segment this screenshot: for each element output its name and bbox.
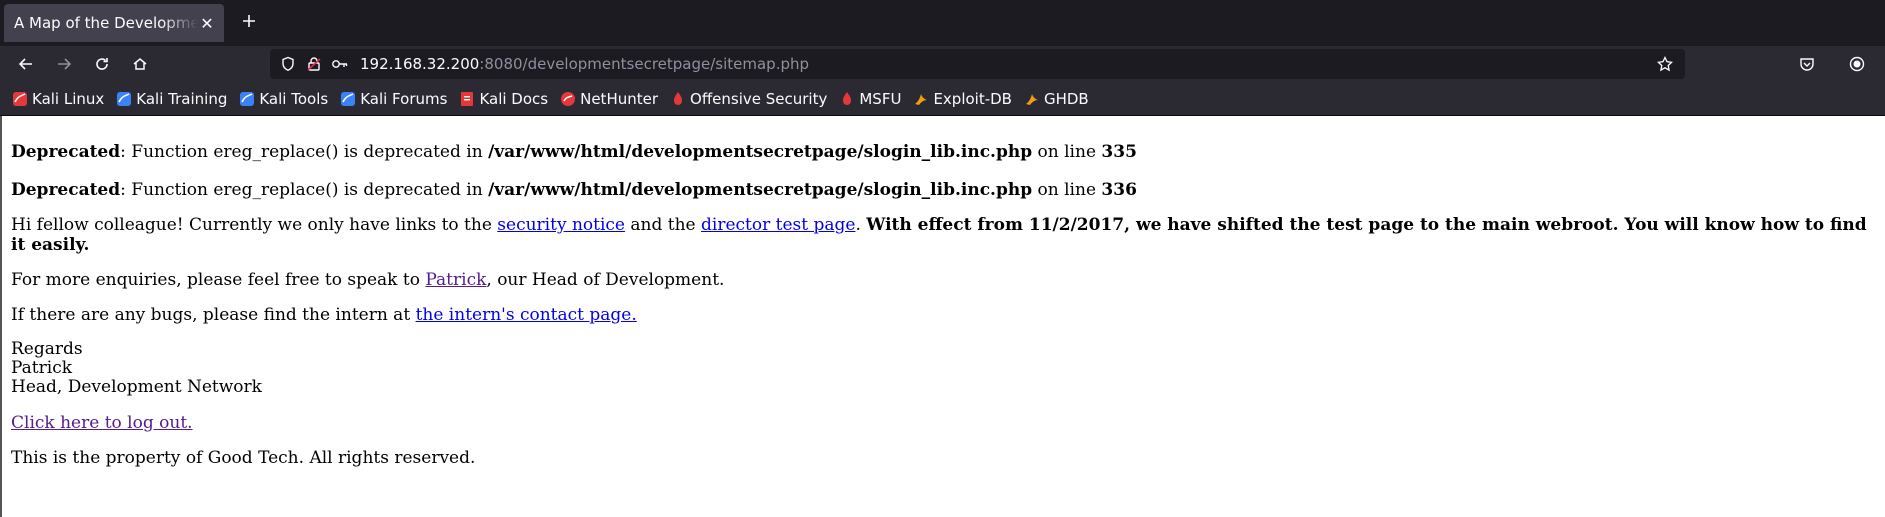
warning-on-line: on line: [1032, 142, 1102, 162]
warning-path: /var/www/html/developmentsecretpage/slog…: [488, 142, 1033, 162]
bookmark-kali-training[interactable]: Kali Training: [116, 90, 227, 108]
intro-paragraph: Hi fellow colleague! Currently we only h…: [11, 215, 1885, 255]
bookmark-label: Kali Docs: [479, 89, 549, 108]
warning-line-number: 336: [1101, 180, 1137, 200]
pocket-button[interactable]: [1791, 48, 1823, 80]
bookmark-label: NetHunter: [580, 89, 659, 108]
bookmark-kali-forums[interactable]: Kali Forums: [340, 90, 447, 108]
forward-button[interactable]: [48, 48, 80, 80]
pocket-icon: [1800, 58, 1814, 71]
close-icon[interactable]: ✕: [198, 14, 216, 33]
deprecation-warning: Deprecated: Function ereg_replace() is d…: [11, 142, 1885, 162]
arrow-right-icon: [58, 58, 72, 70]
logout-link[interactable]: Click here to log out.: [11, 413, 193, 433]
arrow-left-icon: [18, 58, 32, 70]
home-icon: [133, 58, 147, 70]
offsec-icon: [670, 91, 686, 107]
reload-button[interactable]: [86, 48, 118, 80]
warning-label: Deprecated: [11, 142, 121, 162]
logout-paragraph: Click here to log out.: [11, 413, 1885, 433]
nethunter-icon: [560, 91, 576, 107]
reload-icon: [96, 58, 108, 70]
msfu-icon: [839, 91, 855, 107]
deprecation-warning: Deprecated: Function ereg_replace() is d…: [11, 180, 1885, 200]
page-content: Deprecated: Function ereg_replace() is d…: [0, 116, 1885, 517]
intro-text: .: [855, 215, 867, 235]
plus-icon: [243, 15, 255, 27]
bookmark-label: Kali Training: [136, 89, 228, 108]
bookmark-exploit-db[interactable]: Exploit-DB: [913, 90, 1012, 108]
bookmark-label: Offensive Security: [690, 89, 828, 108]
footer-text: This is the property of Good Tech. All r…: [11, 448, 476, 468]
signature-line: Patrick: [11, 358, 73, 378]
url-host: 192.168.32.200: [360, 55, 480, 73]
bugs-text: If there are any bugs, please find the i…: [11, 305, 416, 325]
bookmark-kali-docs[interactable]: Kali Docs: [459, 90, 548, 108]
tab-title: A Map of the Development Network: [14, 14, 198, 32]
bookmark-ghdb[interactable]: GHDB: [1024, 90, 1089, 108]
warning-label: Deprecated: [11, 180, 121, 200]
signature-line: Regards: [11, 339, 83, 359]
kali-icon: [12, 91, 28, 107]
warning-on-line: on line: [1032, 180, 1102, 200]
kali-tools-icon: [239, 91, 255, 107]
signature-line: Head, Development Network: [11, 377, 262, 397]
kali-forums-icon: [340, 91, 356, 107]
kali-training-icon: [116, 91, 132, 107]
warning-text: : Function ereg_replace() is deprecated …: [120, 180, 489, 200]
back-button[interactable]: [10, 48, 42, 80]
bookmarks-toolbar: Kali Linux Kali Training Kali Tools Kali…: [0, 82, 1885, 116]
url-bar[interactable]: 192.168.32.200:8080/developmentsecretpag…: [270, 49, 1685, 79]
home-button[interactable]: [124, 48, 156, 80]
warning-text: : Function ereg_replace() is deprecated …: [120, 142, 489, 162]
security-notice-link[interactable]: security notice: [497, 215, 625, 235]
insecure-lock-icon[interactable]: [302, 52, 326, 76]
browser-tab[interactable]: A Map of the Development Network ✕: [4, 4, 224, 42]
new-tab-button[interactable]: [232, 4, 266, 38]
director-test-page-link[interactable]: director test page: [701, 215, 855, 235]
bookmark-msfu[interactable]: MSFU: [839, 90, 901, 108]
ghdb-icon: [1024, 91, 1040, 107]
bookmark-label: Kali Forums: [360, 89, 448, 108]
toolbar-right: [1791, 48, 1873, 80]
enquiries-text: , our Head of Development.: [486, 270, 725, 290]
tab-bar: A Map of the Development Network ✕: [0, 0, 1885, 46]
bookmark-nethunter[interactable]: NetHunter: [560, 90, 658, 108]
exploitdb-icon: [913, 91, 929, 107]
warning-path: /var/www/html/developmentsecretpage/slog…: [488, 180, 1033, 200]
shield-icon[interactable]: [276, 52, 300, 76]
url-text[interactable]: 192.168.32.200:8080/developmentsecretpag…: [360, 55, 809, 73]
bookmark-label: MSFU: [859, 89, 902, 108]
bookmark-offensive-security[interactable]: Offensive Security: [670, 90, 827, 108]
kali-docs-icon: [459, 91, 475, 107]
bookmark-label: GHDB: [1043, 89, 1089, 108]
patrick-link[interactable]: Patrick: [425, 270, 486, 290]
intro-text: and the: [625, 215, 702, 235]
bugs-paragraph: If there are any bugs, please find the i…: [11, 305, 1885, 325]
key-icon[interactable]: [328, 52, 352, 76]
warning-line-number: 335: [1101, 142, 1137, 162]
bookmark-label: Kali Linux: [32, 89, 105, 108]
enquiries-paragraph: For more enquiries, please feel free to …: [11, 270, 1885, 290]
url-path: :8080/developmentsecretpage/sitemap.php: [479, 55, 810, 73]
intro-text: Hi fellow colleague! Currently we only h…: [11, 215, 498, 235]
account-icon: [1849, 56, 1865, 72]
intern-contact-link[interactable]: the intern's contact page.: [416, 305, 637, 325]
signature-block: Regards Patrick Head, Development Networ…: [11, 340, 1885, 397]
bookmark-label: Exploit-DB: [933, 89, 1012, 108]
enquiries-text: For more enquiries, please feel free to …: [11, 270, 426, 290]
bookmark-star-icon[interactable]: [1653, 52, 1677, 76]
account-button[interactable]: [1841, 48, 1873, 80]
bookmark-kali-linux[interactable]: Kali Linux: [12, 90, 104, 108]
bookmark-label: Kali Tools: [259, 89, 329, 108]
bookmark-kali-tools[interactable]: Kali Tools: [239, 90, 328, 108]
navigation-bar: 192.168.32.200:8080/developmentsecretpag…: [0, 46, 1885, 82]
